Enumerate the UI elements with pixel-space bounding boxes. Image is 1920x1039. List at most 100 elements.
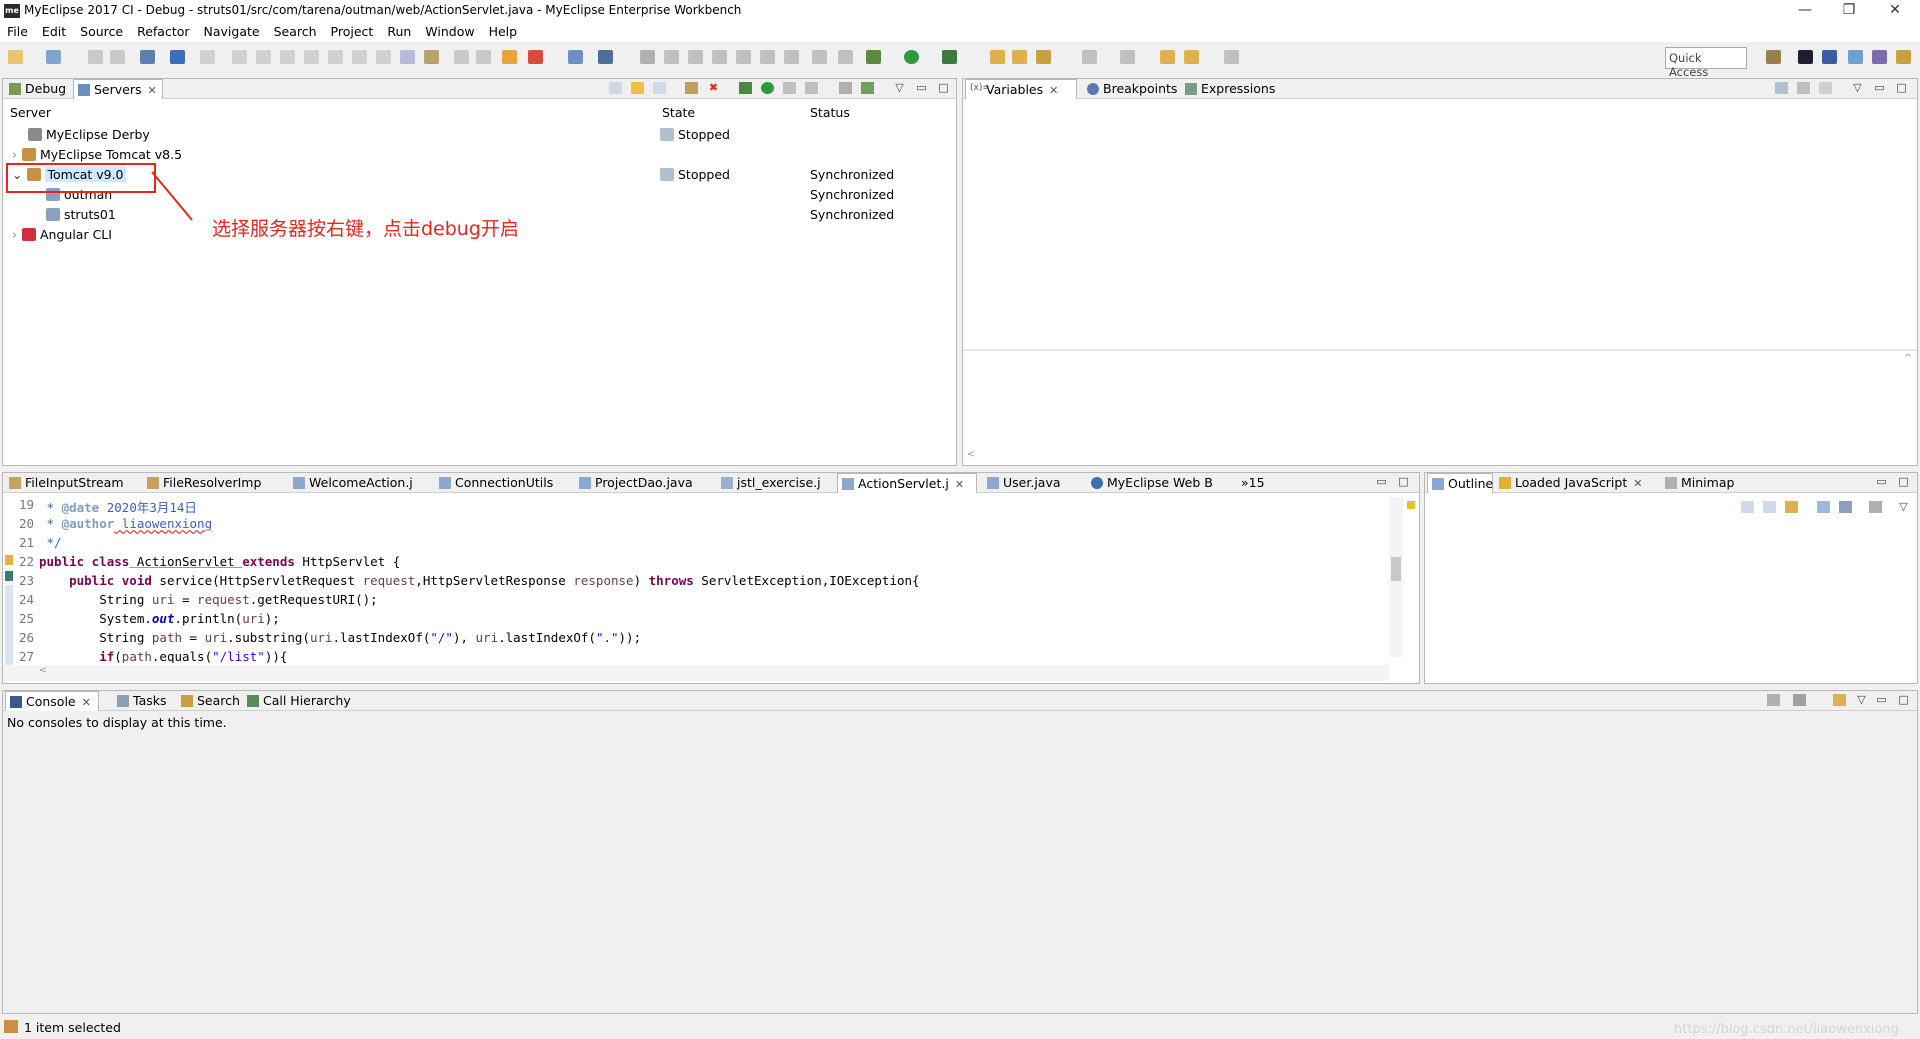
menu-source[interactable]: Source xyxy=(73,22,130,41)
close-variables-tab-icon[interactable]: ✕ xyxy=(1049,84,1058,97)
tab-myeclipse-web-browser[interactable]: MyEclipse Web B xyxy=(1087,473,1237,493)
new-project-icon[interactable] xyxy=(46,50,61,64)
server-icon[interactable] xyxy=(528,50,543,64)
expand-chevron-icon[interactable]: › xyxy=(12,147,17,162)
new-server-icon[interactable] xyxy=(685,82,698,94)
menu-search[interactable]: Search xyxy=(267,22,324,41)
open-type-icon[interactable] xyxy=(568,50,583,64)
maximize-view-icon[interactable]: □ xyxy=(1897,476,1910,488)
code-line-25[interactable]: System.out.println(uri); xyxy=(39,611,280,626)
debug-start-icon[interactable] xyxy=(739,82,752,94)
code-line-26[interactable]: String path = uri.substring(uri.lastInde… xyxy=(39,630,641,645)
run-icon[interactable] xyxy=(904,50,919,64)
debug-bug-icon[interactable] xyxy=(866,50,881,64)
tab-breakpoints[interactable]: Breakpoints xyxy=(1083,79,1181,99)
tab-minimap[interactable]: Minimap xyxy=(1661,473,1751,493)
tab-debug[interactable]: Debug xyxy=(5,79,73,99)
menu-project[interactable]: Project xyxy=(324,22,381,41)
column-state[interactable]: State xyxy=(662,105,695,120)
expand-chevron-icon[interactable]: › xyxy=(12,227,17,242)
tab-expressions[interactable]: Expressions xyxy=(1181,79,1279,99)
save-all-icon[interactable] xyxy=(110,50,125,64)
debug-perspective-icon[interactable] xyxy=(1848,50,1863,64)
maximize-editor-icon[interactable]: □ xyxy=(1397,476,1410,488)
start-server-icon[interactable] xyxy=(761,82,774,94)
pin-console-icon[interactable] xyxy=(1767,694,1780,706)
publish-all-icon[interactable] xyxy=(861,82,874,94)
tab-file-connectionutils[interactable]: ConnectionUtils xyxy=(435,473,573,493)
next-annotation-icon[interactable] xyxy=(1082,50,1097,64)
block-selection-icon[interactable] xyxy=(712,50,727,64)
details-divider[interactable] xyxy=(963,349,1917,351)
tab-file-user[interactable]: User.java xyxy=(983,473,1085,493)
editor-horizontal-scrollbar[interactable]: < xyxy=(3,665,1389,681)
minimize-editor-icon[interactable]: ▭ xyxy=(1375,476,1388,488)
expand-outline-icon[interactable] xyxy=(1763,501,1776,513)
maximize-view-icon[interactable]: □ xyxy=(937,82,950,94)
warning-overview-marker-icon[interactable] xyxy=(1407,501,1415,509)
tab-call-hierarchy[interactable]: Call Hierarchy xyxy=(243,691,351,711)
server-row-angular[interactable]: › Angular CLI xyxy=(12,227,112,242)
tab-outline[interactable]: Outline xyxy=(1427,473,1493,493)
profile-server-icon[interactable] xyxy=(783,82,796,94)
expand-all-icon[interactable] xyxy=(653,82,666,94)
tab-variables[interactable]: (x)= Variables ✕ xyxy=(965,79,1077,99)
terminate-icon[interactable] xyxy=(280,50,295,64)
code-line-24[interactable]: String uri = request.getRequestURI(); xyxy=(39,592,377,607)
tab-file-welcomeaction[interactable]: WelcomeAction.j xyxy=(289,473,433,493)
redo-icon[interactable] xyxy=(476,50,491,64)
open-console-icon[interactable] xyxy=(170,50,185,64)
details-scrollbar[interactable]: ^ xyxy=(1901,353,1915,449)
minimize-view-icon[interactable]: ▭ xyxy=(1875,694,1888,706)
toggle-mark-icon[interactable] xyxy=(640,50,655,64)
use-step-filters-icon[interactable] xyxy=(424,50,439,64)
last-edit-icon[interactable] xyxy=(1160,50,1175,64)
minimize-button[interactable]: — xyxy=(1782,0,1828,22)
menu-refactor[interactable]: Refactor xyxy=(130,22,196,41)
debug-server-icon[interactable] xyxy=(631,82,644,94)
print-icon[interactable] xyxy=(140,50,155,64)
maximize-button[interactable]: ❐ xyxy=(1826,0,1872,22)
column-status[interactable]: Status xyxy=(810,105,850,120)
menu-edit[interactable]: Edit xyxy=(35,22,73,41)
tab-loaded-javascript[interactable]: Loaded JavaScript ✕ xyxy=(1495,473,1659,493)
skip-breakpoints-icon[interactable] xyxy=(200,50,215,64)
server-row-derby[interactable]: MyEclipse Derby xyxy=(28,127,150,142)
maximize-view-icon[interactable]: □ xyxy=(1895,82,1908,94)
tab-file-jstl-exercise[interactable]: jstl_exercise.j xyxy=(717,473,835,493)
run-external-icon[interactable] xyxy=(942,50,957,64)
tab-file-fileresolverimp[interactable]: FileResolverImp xyxy=(143,473,287,493)
minimize-view-icon[interactable]: ▭ xyxy=(1875,476,1888,488)
menu-file[interactable]: File xyxy=(0,22,35,41)
collapse-outline-icon[interactable] xyxy=(1741,501,1754,513)
code-line-21[interactable]: */ xyxy=(39,535,62,550)
more-tabs-button[interactable]: »15 xyxy=(1237,473,1277,493)
tab-search[interactable]: Search xyxy=(177,691,241,711)
menu-navigate[interactable]: Navigate xyxy=(197,22,267,41)
suspend-icon[interactable] xyxy=(256,50,271,64)
tab-file-actionservlet[interactable]: ActionServlet.j ✕ xyxy=(837,473,977,493)
minimize-view-icon[interactable]: ▭ xyxy=(1873,82,1886,94)
show-whitespace-icon[interactable] xyxy=(736,50,751,64)
view-menu-icon[interactable]: ▽ xyxy=(1855,694,1868,706)
pin-icon[interactable] xyxy=(664,50,679,64)
horizontal-scrollbar[interactable]: < xyxy=(963,449,1917,463)
new-icon[interactable] xyxy=(8,50,23,64)
search-icon[interactable] xyxy=(1036,50,1051,64)
code-line-23[interactable]: public void service(HttpServletRequest r… xyxy=(39,573,919,588)
display-console-icon[interactable] xyxy=(1793,694,1806,706)
back-icon[interactable] xyxy=(1184,50,1199,64)
annotations-icon[interactable] xyxy=(784,50,799,64)
tab-console[interactable]: Console ✕ xyxy=(5,691,99,711)
team-perspective-icon[interactable] xyxy=(1896,50,1911,64)
outline-menu-icon[interactable]: ▽ xyxy=(1897,501,1910,513)
menu-window[interactable]: Window xyxy=(418,22,481,41)
menu-help[interactable]: Help xyxy=(482,22,525,41)
close-console-tab-icon[interactable]: ✕ xyxy=(82,696,91,709)
drop-to-frame-icon[interactable] xyxy=(400,50,415,64)
scrollbar-thumb[interactable] xyxy=(1391,557,1401,581)
open-task-icon[interactable] xyxy=(1012,50,1027,64)
column-server[interactable]: Server xyxy=(10,105,51,120)
override-marker-icon[interactable] xyxy=(5,555,13,565)
tab-file-projectdao[interactable]: ProjectDao.java xyxy=(575,473,715,493)
